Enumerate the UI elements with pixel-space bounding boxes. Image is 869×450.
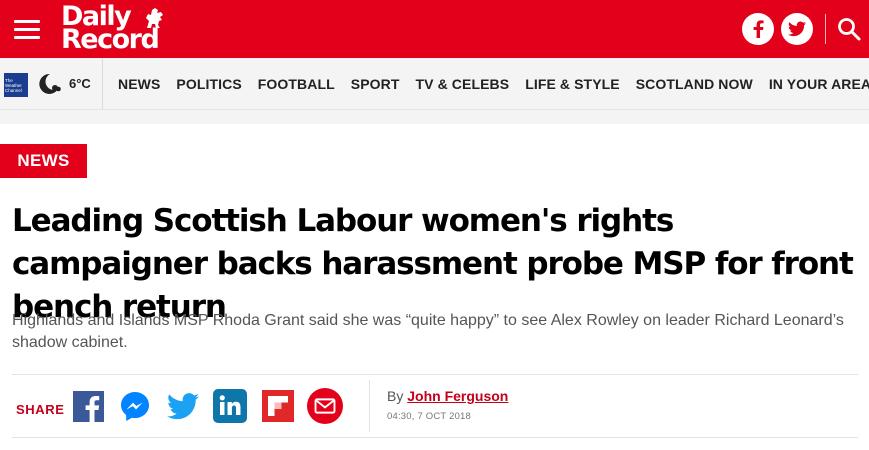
top-header: Daily Record bbox=[0, 0, 869, 58]
lion-rampant-icon bbox=[146, 8, 163, 28]
share-label: SHARE bbox=[16, 402, 65, 417]
section-tag[interactable]: NEWS bbox=[0, 144, 87, 178]
weather-logo-line-3: Channel bbox=[5, 88, 22, 93]
weather-channel-logo[interactable]: The Weather Channel bbox=[4, 73, 28, 97]
linkedin-icon bbox=[213, 389, 247, 423]
nav-item-scotland-now[interactable]: SCOTLAND NOW bbox=[636, 76, 753, 92]
nav-item-sport[interactable]: SPORT bbox=[351, 76, 400, 92]
nav-item-tv-celebs[interactable]: TV & CELEBS bbox=[416, 76, 510, 92]
twitter-icon[interactable] bbox=[781, 13, 813, 45]
facebook-icon[interactable] bbox=[742, 13, 774, 45]
header-divider bbox=[825, 14, 826, 44]
menu-line bbox=[14, 20, 40, 23]
flipboard-icon bbox=[262, 390, 294, 422]
messenger-icon bbox=[121, 392, 149, 421]
byline-prefix: By bbox=[387, 388, 404, 404]
byline-divider bbox=[369, 380, 370, 432]
moon-cloud-icon bbox=[39, 73, 61, 94]
share-email-button[interactable] bbox=[307, 388, 343, 424]
search-icon[interactable] bbox=[836, 16, 862, 42]
nav-item-football[interactable]: FOOTBALL bbox=[258, 76, 335, 92]
publish-timestamp: 04:30, 7 OCT 2018 bbox=[387, 411, 472, 422]
logo-line-2: Record bbox=[61, 24, 160, 55]
menu-line bbox=[14, 28, 40, 31]
nav-item-politics[interactable]: POLITICS bbox=[176, 76, 241, 92]
menu-icon[interactable] bbox=[14, 18, 40, 40]
nav-shadow-strip bbox=[0, 110, 869, 124]
nav-item-news[interactable]: NEWS bbox=[118, 76, 160, 92]
daily-record-logo[interactable]: Daily Record bbox=[61, 3, 176, 55]
divider bbox=[12, 437, 858, 438]
email-icon bbox=[307, 388, 343, 424]
nav-item-in-your-area[interactable]: IN YOUR AREA bbox=[769, 76, 869, 92]
temperature-readout: 6°C bbox=[69, 76, 91, 91]
byline: By John Ferguson bbox=[387, 388, 508, 404]
article-standfirst: Highlands and Islands MSP Rhoda Grant sa… bbox=[12, 312, 844, 351]
divider bbox=[12, 374, 858, 375]
share-twitter-button[interactable] bbox=[165, 388, 201, 424]
nav-items: NEWS POLITICS FOOTBALL SPORT TV & CELEBS… bbox=[118, 58, 869, 110]
main-navigation: The Weather Channel 6°C NEWS POLITICS FO… bbox=[0, 58, 869, 110]
nav-divider bbox=[102, 58, 103, 110]
share-flipboard-button[interactable] bbox=[260, 388, 296, 424]
twitter-icon bbox=[167, 392, 199, 419]
share-facebook-button[interactable] bbox=[70, 388, 106, 424]
share-messenger-button[interactable] bbox=[117, 388, 153, 424]
share-linkedin-button[interactable] bbox=[212, 388, 248, 424]
menu-line bbox=[14, 36, 40, 39]
nav-item-life-style[interactable]: LIFE & STYLE bbox=[525, 76, 620, 92]
facebook-icon bbox=[72, 390, 104, 422]
author-link[interactable]: John Ferguson bbox=[407, 388, 508, 404]
